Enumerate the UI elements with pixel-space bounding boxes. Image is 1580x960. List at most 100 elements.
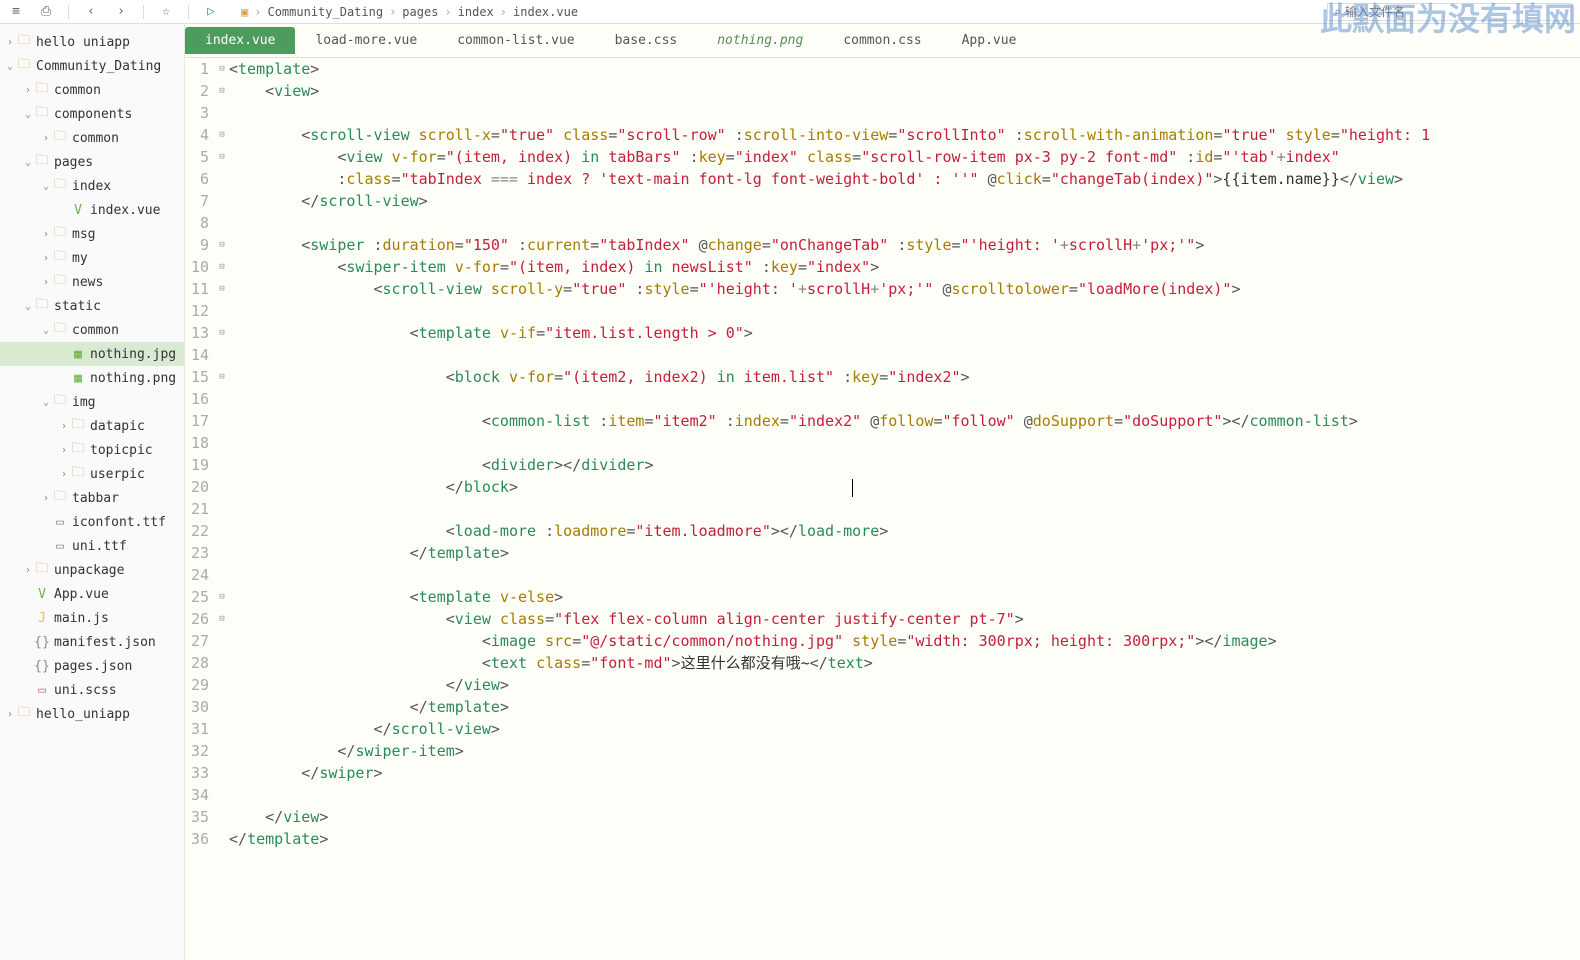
tree-item[interactable]: Jmain.js (0, 606, 184, 630)
tree-item[interactable]: ⌄🗀pages (0, 150, 184, 174)
file-ttf-icon: ▭ (52, 539, 68, 554)
tree-item[interactable]: VApp.vue (0, 582, 184, 606)
breadcrumb-item[interactable]: pages (402, 5, 438, 19)
chevron-icon[interactable]: › (40, 493, 52, 504)
tree-label: msg (72, 227, 95, 242)
chevron-icon[interactable]: ⌄ (40, 325, 52, 336)
folder-icon: 🗀 (52, 271, 68, 293)
file-json-icon: {} (34, 635, 50, 650)
tree-label: manifest.json (54, 635, 156, 650)
tree-item[interactable]: ⌄🗀index (0, 174, 184, 198)
tree-item[interactable]: ▦nothing.png (0, 366, 184, 390)
tree-item[interactable]: Vindex.vue (0, 198, 184, 222)
folder-icon: 🗀 (70, 415, 86, 437)
tree-label: hello uniapp (36, 35, 130, 50)
tree-item[interactable]: ▭uni.ttf (0, 534, 184, 558)
search-input[interactable] (1345, 5, 1565, 19)
star-icon[interactable]: ☆ (158, 4, 174, 20)
folder-icon: 🗀 (34, 103, 50, 125)
hamburger-icon[interactable]: ≡ (8, 4, 24, 20)
chevron-icon[interactable]: › (40, 229, 52, 240)
tree-item[interactable]: ⌄🗀 static (0, 294, 184, 318)
file-img-icon: ▦ (70, 347, 86, 362)
chevron-icon[interactable]: › (22, 565, 34, 576)
chevron-icon[interactable]: ⌄ (40, 181, 52, 192)
save-icon[interactable]: ⎙ (38, 4, 54, 20)
tree-item[interactable]: ›🗀userpic (0, 462, 184, 486)
tree-item[interactable]: ›🗀news (0, 270, 184, 294)
chevron-icon[interactable]: › (40, 133, 52, 144)
editor-tab[interactable]: nothing.png (697, 27, 823, 54)
editor-tab[interactable]: base.css (595, 27, 698, 54)
tree-item[interactable]: ›🗀hello_uniapp (0, 702, 184, 726)
chevron-icon[interactable]: ⌄ (22, 301, 34, 312)
file-explorer[interactable]: ›🗀hello uniapp⌄🗀Community_Dating›🗀common… (0, 24, 185, 960)
tree-item[interactable]: ›🗀common (0, 126, 184, 150)
tree-item[interactable]: ›🗀common (0, 78, 184, 102)
chevron-icon[interactable]: › (4, 709, 16, 720)
tree-item[interactable]: ›🗀 unpackage (0, 558, 184, 582)
breadcrumb-item[interactable]: index (458, 5, 494, 19)
chevron-icon[interactable]: › (58, 469, 70, 480)
search-box[interactable]: ⌕ (1327, 3, 1572, 21)
tree-item[interactable]: {}pages.json (0, 654, 184, 678)
folder-icon: 🗀 (34, 559, 50, 581)
tree-item[interactable]: ⌄🗀img (0, 390, 184, 414)
tree-item[interactable]: ›🗀topicpic (0, 438, 184, 462)
tree-item[interactable]: ›🗀my (0, 246, 184, 270)
toolbar: ≡ ⎙ ‹ › ☆ ▷ ▣ › Community_Dating › pages… (0, 0, 1580, 24)
run-icon[interactable]: ▷ (203, 4, 219, 20)
file-json-icon: {} (34, 659, 50, 674)
tree-label: index (72, 179, 111, 194)
editor-tab[interactable]: App.vue (942, 27, 1037, 54)
tree-item[interactable]: ⌄🗀Community_Dating (0, 54, 184, 78)
back-icon[interactable]: ‹ (83, 4, 99, 20)
tree-item[interactable]: ›🗀datapic (0, 414, 184, 438)
chevron-icon[interactable]: › (58, 445, 70, 456)
tree-label: main.js (54, 611, 109, 626)
editor-area: index.vueload-more.vuecommon-list.vuebas… (185, 24, 1580, 960)
tree-item[interactable]: ›🗀 tabbar (0, 486, 184, 510)
search-icon: ⌕ (1334, 5, 1341, 19)
chevron-icon[interactable]: ⌄ (40, 397, 52, 408)
editor-tab[interactable]: index.vue (185, 27, 295, 54)
chevron-icon[interactable]: › (22, 85, 34, 96)
chevron-icon[interactable]: › (40, 253, 52, 264)
tree-label: userpic (90, 467, 145, 482)
tree-label: static (54, 299, 101, 314)
tree-label: index.vue (90, 203, 160, 218)
tree-label: img (72, 395, 95, 410)
editor-tab[interactable]: load-more.vue (295, 27, 437, 54)
breadcrumb-item[interactable]: Community_Dating (267, 5, 383, 19)
file-js-icon: J (34, 611, 50, 626)
tree-item[interactable]: ▭uni.scss (0, 678, 184, 702)
tree-item[interactable]: ▭iconfont.ttf (0, 510, 184, 534)
code-editor[interactable]: 1234567891011121314151617181920212223242… (185, 58, 1580, 960)
file-vue-icon: V (70, 203, 86, 218)
folder-icon: 🗀 (52, 319, 68, 341)
tree-label: tabbar (72, 491, 119, 506)
chevron-icon[interactable]: ⌄ (22, 157, 34, 168)
tree-item[interactable]: {} manifest.json (0, 630, 184, 654)
forward-icon[interactable]: › (113, 4, 129, 20)
tree-label: topicpic (90, 443, 153, 458)
editor-tab[interactable]: common-list.vue (437, 27, 594, 54)
tree-item[interactable]: ⌄🗀components (0, 102, 184, 126)
tree-label: unpackage (54, 563, 124, 578)
chevron-icon[interactable]: ⌄ (22, 109, 34, 120)
folder-icon: 🗀 (34, 295, 50, 317)
chevron-icon[interactable]: › (4, 37, 16, 48)
tree-item[interactable]: ▦nothing.jpg (0, 342, 184, 366)
breadcrumb-item[interactable]: index.vue (513, 5, 578, 19)
editor-tab[interactable]: common.css (823, 27, 941, 54)
chevron-icon[interactable]: ⌄ (4, 61, 16, 72)
tree-label: uni.scss (54, 683, 117, 698)
tree-item[interactable]: ›🗀msg (0, 222, 184, 246)
tree-label: pages (54, 155, 93, 170)
tree-item[interactable]: ⌄🗀common (0, 318, 184, 342)
folder-icon: 🗀 (52, 127, 68, 149)
folder-icon: 🗀 (52, 487, 68, 509)
tree-item[interactable]: ›🗀hello uniapp (0, 30, 184, 54)
chevron-icon[interactable]: › (40, 277, 52, 288)
chevron-icon[interactable]: › (58, 421, 70, 432)
